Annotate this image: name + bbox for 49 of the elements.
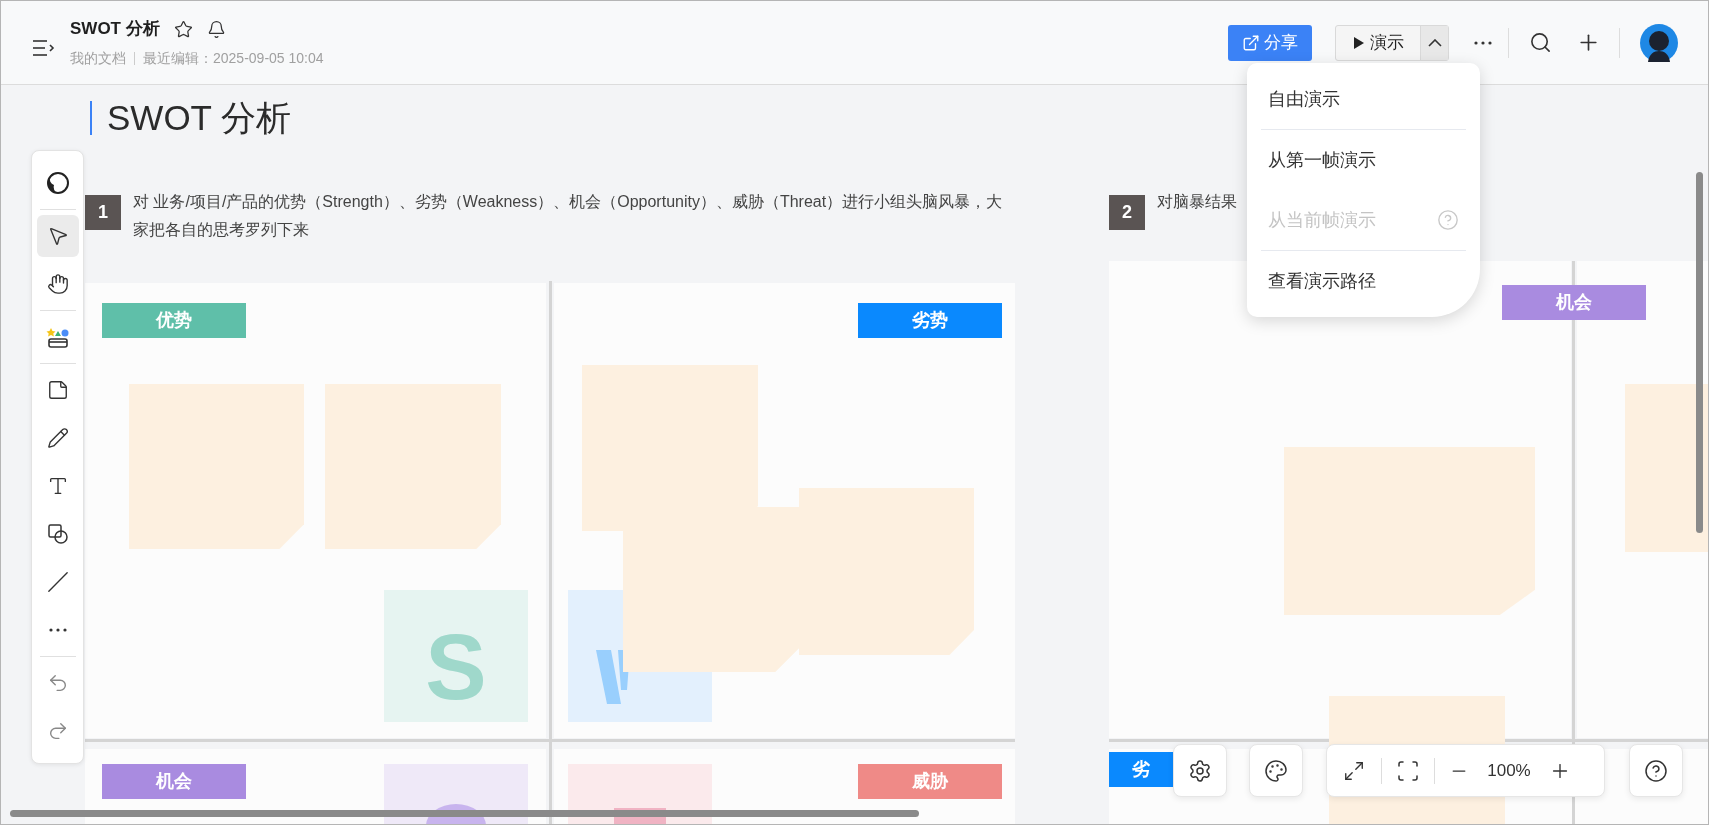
category-tag: 劣势 <box>858 303 1002 338</box>
category-tag: 威胁 <box>858 764 1002 799</box>
letter-tile: S <box>384 590 528 722</box>
category-tag: 优势 <box>102 303 246 338</box>
category-tag: 机会 <box>102 764 246 799</box>
zoom-reading: 100% <box>1486 759 1532 782</box>
theme-button[interactable] <box>1249 744 1303 797</box>
document-title: SWOT 分析 <box>70 18 160 41</box>
menu-item[interactable]: 自由演示 <box>1261 69 1466 129</box>
category-tag: 机会 <box>1502 285 1646 320</box>
last-edited: 最近编辑：2025-09-05 10:04 <box>143 48 324 68</box>
menu-icon[interactable] <box>31 37 57 58</box>
tool-button[interactable] <box>36 215 79 257</box>
help-button[interactable] <box>1629 744 1683 797</box>
board-heading: SWOT 分析 <box>107 97 292 139</box>
horizontal-scrollbar[interactable] <box>10 810 919 817</box>
line-icon <box>46 571 69 593</box>
step-text: 对 业务/项目/产品的优势（Strength）、劣势（Weakness）、机会（Opportunity）、威胁（Threat）进行小组头脑风暴，大家把各自的思考罗列下来 <box>133 192 1003 240</box>
play-icon <box>1352 36 1364 49</box>
shapes-icon <box>45 522 70 546</box>
settings-icon <box>1188 758 1212 783</box>
star-icon[interactable] <box>173 19 193 39</box>
category-tag: 劣 <box>1109 752 1173 787</box>
menu-item[interactable]: 查看演示路径 <box>1261 251 1466 311</box>
palette-icon <box>1264 758 1288 783</box>
hand-icon <box>46 273 69 295</box>
step-number: 2 <box>1109 195 1145 230</box>
sticky-note[interactable] <box>1625 384 1708 552</box>
present-options-button[interactable] <box>1420 25 1448 60</box>
more-icon[interactable] <box>1474 40 1492 45</box>
vertical-scrollbar[interactable] <box>1696 172 1703 533</box>
step-text: 对脑暴结果 <box>1157 192 1238 212</box>
step-number: 1 <box>85 195 121 230</box>
fullscreen-icon[interactable] <box>1343 759 1365 782</box>
heading-accent <box>90 101 92 135</box>
sticky-note-icon <box>46 379 69 401</box>
settings-button[interactable] <box>1173 744 1227 797</box>
search-icon[interactable] <box>1529 31 1552 54</box>
pencil-icon <box>46 427 69 449</box>
more-icon[interactable] <box>48 628 67 632</box>
bell-icon[interactable] <box>206 19 226 39</box>
caret-icon <box>1427 38 1442 47</box>
avatar[interactable] <box>1640 23 1678 62</box>
help-icon <box>1644 758 1668 783</box>
menu-item[interactable]: 从第一帧演示 <box>1261 130 1466 190</box>
share-button[interactable]: 分享 <box>1228 24 1312 61</box>
fit-view-icon[interactable] <box>1396 758 1420 783</box>
share-icon <box>1242 33 1260 52</box>
theme-icon <box>45 171 70 195</box>
